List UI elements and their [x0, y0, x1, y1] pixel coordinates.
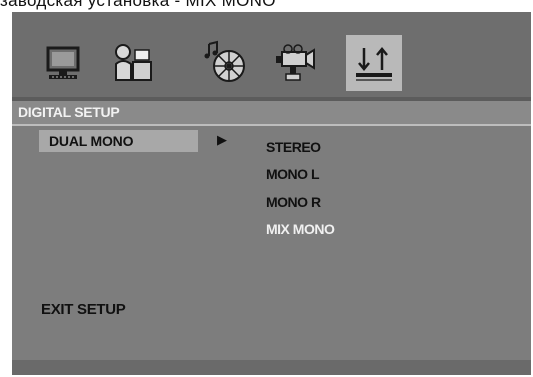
dual-mono-item[interactable]: DUAL MONO — [39, 130, 198, 152]
caption-text: заводская установка - MIX MONO — [0, 0, 276, 10]
option-mono-l[interactable]: MONO L — [266, 166, 320, 182]
setup-screen: DIGITAL SETUP DUAL MONO ▶ STEREO MONO L … — [12, 12, 531, 375]
header-separator — [12, 124, 531, 126]
dual-mono-label: DUAL MONO — [49, 133, 134, 149]
monitor-icon-graphic — [46, 46, 80, 79]
exit-setup-button[interactable]: EXIT SETUP — [41, 301, 126, 318]
menu-header: DIGITAL SETUP — [12, 101, 531, 124]
option-stereo[interactable]: STEREO — [266, 139, 321, 155]
digital-setup-icon-graphic — [356, 47, 392, 81]
submenu-arrow-icon: ▶ — [217, 132, 227, 147]
language-icon-graphic — [115, 44, 152, 81]
monitor-icon[interactable] — [35, 35, 91, 91]
camera-icon[interactable] — [267, 35, 323, 91]
audio-disc-icon-graphic — [204, 40, 245, 82]
option-mono-r[interactable]: MONO R — [266, 194, 321, 210]
menu-title: DIGITAL SETUP — [18, 104, 120, 120]
icon-toolbar — [12, 12, 531, 97]
camera-icon-graphic — [276, 44, 315, 81]
language-icon[interactable] — [104, 35, 160, 91]
digital-setup-icon[interactable] — [346, 35, 402, 91]
option-mix-mono[interactable]: MIX MONO — [266, 221, 335, 237]
bottom-bar — [12, 360, 531, 375]
audio-disc-icon[interactable] — [198, 35, 254, 91]
